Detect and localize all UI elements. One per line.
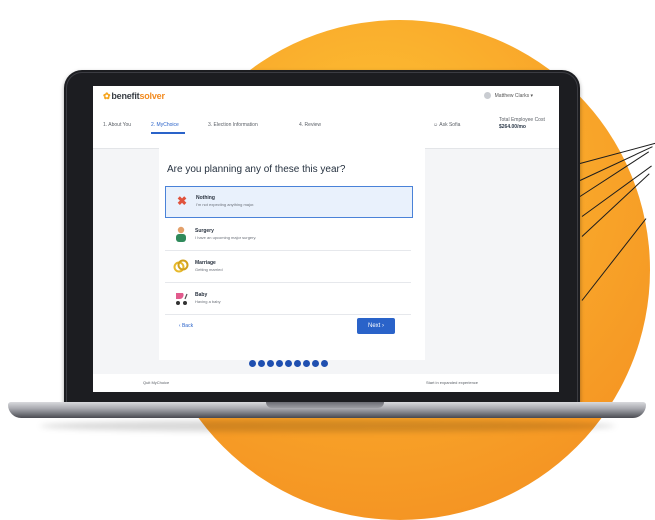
option-nothing[interactable]: ✖ Nothing I'm not expecting anything maj… <box>165 186 413 218</box>
progress-dot <box>312 360 319 367</box>
progress-dot <box>285 360 292 367</box>
laptop-screen: ✿benefitsolver Matthew Clarks ▾ 1. About… <box>93 86 559 392</box>
footer-bar: Quit MyChoice Start in expanded experien… <box>93 374 559 392</box>
progress-dot <box>321 360 328 367</box>
step-about-you[interactable]: 1. About You <box>103 122 131 128</box>
ask-sofia-link[interactable]: ☺ Ask Sofia <box>433 122 460 128</box>
option-title: Nothing <box>196 195 215 201</box>
step-nav: 1. About You 2. MyChoice 3. Election Inf… <box>93 106 559 149</box>
expanded-experience-link[interactable]: Start in expanded experience <box>426 380 478 385</box>
cost-label: Total Employee Cost <box>499 117 545 123</box>
next-button[interactable]: Next › <box>357 318 395 334</box>
option-title: Surgery <box>195 228 214 234</box>
option-marriage[interactable]: Marriage Getting married <box>165 252 411 283</box>
option-baby[interactable]: Baby Having a baby <box>165 284 411 315</box>
laptop-base-notch <box>266 402 384 408</box>
rings-icon <box>173 258 189 274</box>
back-button[interactable]: ‹ Back <box>171 320 201 331</box>
chevron-right-icon: › <box>380 323 384 329</box>
x-icon: ✖ <box>176 194 188 208</box>
option-subtitle: Having a baby <box>195 299 221 304</box>
progress-dots <box>249 360 328 367</box>
cost-value: $264.00/mo <box>499 124 526 130</box>
leaf-icon: ✿ <box>103 91 111 101</box>
option-subtitle: I have an upcoming major surgery. <box>195 235 257 240</box>
laptop-shadow <box>40 420 615 432</box>
stroller-icon <box>173 290 189 306</box>
quit-link[interactable]: Quit MyChoice <box>143 380 169 385</box>
brand-logo[interactable]: ✿benefitsolver <box>103 91 165 102</box>
avatar-icon <box>483 92 491 99</box>
top-bar: ✿benefitsolver Matthew Clarks ▾ <box>93 86 559 106</box>
question-card: Are you planning any of these this year?… <box>159 148 425 360</box>
progress-dot <box>258 360 265 367</box>
progress-dot <box>267 360 274 367</box>
option-title: Marriage <box>195 260 216 266</box>
progress-dot <box>276 360 283 367</box>
progress-dot <box>294 360 301 367</box>
person-icon <box>173 226 189 242</box>
progress-dot <box>249 360 256 367</box>
option-subtitle: Getting married <box>195 267 223 272</box>
progress-dot <box>303 360 310 367</box>
user-menu[interactable]: Matthew Clarks ▾ <box>483 92 533 99</box>
active-step-underline <box>151 132 185 134</box>
option-title: Baby <box>195 292 208 298</box>
assistant-icon: ☺ <box>433 122 439 128</box>
question-title: Are you planning any of these this year? <box>167 164 346 175</box>
option-surgery[interactable]: Surgery I have an upcoming major surgery… <box>165 220 411 251</box>
step-election-info[interactable]: 3. Election Information <box>208 122 258 128</box>
step-mychoice[interactable]: 2. MyChoice <box>151 122 179 128</box>
user-name: Matthew Clarks <box>494 92 530 99</box>
step-review[interactable]: 4. Review <box>299 122 321 128</box>
option-subtitle: I'm not expecting anything major. <box>196 202 255 207</box>
